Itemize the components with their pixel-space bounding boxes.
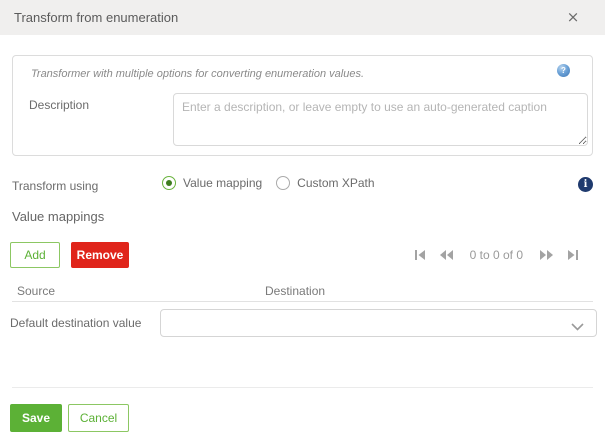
- column-header-destination: Destination: [265, 284, 326, 298]
- transform-using-radio-group: Value mapping Custom XPath: [162, 176, 375, 190]
- cancel-button[interactable]: Cancel: [68, 404, 129, 432]
- info-icon[interactable]: i: [578, 177, 593, 192]
- description-input[interactable]: [173, 93, 588, 146]
- radio-value-mapping[interactable]: Value mapping: [162, 176, 262, 190]
- remove-button[interactable]: Remove: [71, 242, 129, 268]
- transform-using-label: Transform using: [12, 179, 99, 193]
- help-icon[interactable]: ?: [557, 64, 570, 77]
- dialog-titlebar: Transform from enumeration: [0, 0, 605, 35]
- transformer-hint-text: Transformer with multiple options for co…: [31, 68, 365, 80]
- chevron-down-icon: [571, 318, 584, 336]
- dialog-title: Transform from enumeration: [14, 10, 179, 25]
- table-header-divider: [12, 301, 593, 302]
- destination-value-dropdown[interactable]: [160, 309, 597, 337]
- column-header-source: Source: [17, 284, 56, 298]
- description-panel: Transformer with multiple options for co…: [12, 55, 593, 156]
- close-icon[interactable]: ×: [563, 7, 583, 27]
- transform-from-enumeration-dialog: Transform from enumeration × Transformer…: [0, 0, 605, 441]
- description-label: Description: [29, 98, 90, 112]
- radio-custom-xpath-label: Custom XPath: [297, 176, 375, 190]
- radio-unselected-icon[interactable]: [276, 176, 291, 190]
- save-button[interactable]: Save: [10, 404, 62, 432]
- footer-divider: [12, 387, 593, 388]
- radio-selected-icon[interactable]: [162, 176, 176, 190]
- radio-custom-xpath[interactable]: Custom XPath: [276, 176, 375, 190]
- first-page-icon[interactable]: [414, 250, 426, 260]
- previous-page-icon[interactable]: [439, 250, 453, 260]
- default-destination-row-label: Default destination value: [10, 316, 142, 330]
- pagination-range-text: 0 to 0 of 0: [469, 248, 523, 262]
- value-mappings-heading: Value mappings: [12, 209, 105, 224]
- last-page-icon[interactable]: [567, 250, 578, 260]
- pagination: 0 to 0 of 0: [414, 248, 578, 262]
- next-page-icon[interactable]: [540, 250, 553, 260]
- add-button[interactable]: Add: [10, 242, 60, 268]
- radio-value-mapping-label: Value mapping: [183, 176, 263, 190]
